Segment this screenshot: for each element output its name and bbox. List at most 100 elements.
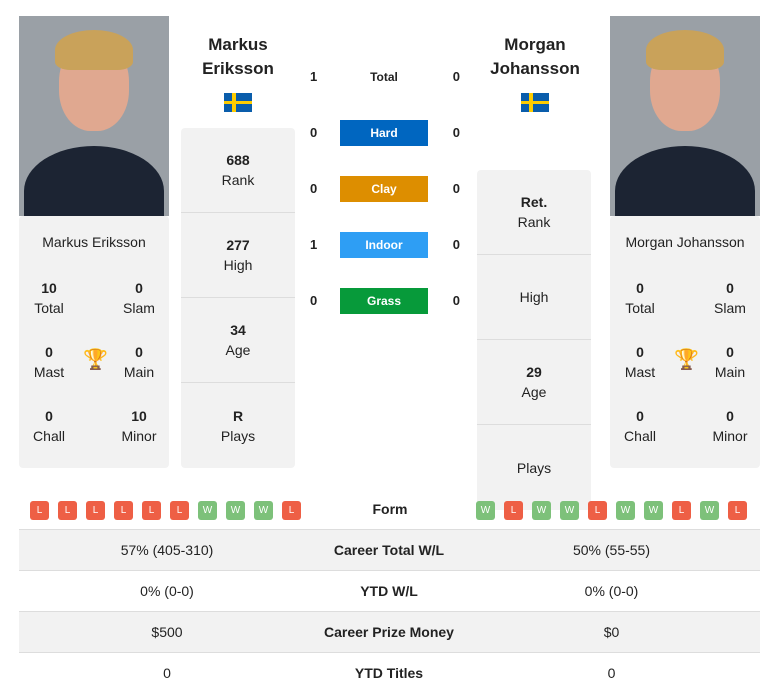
player-photo bbox=[19, 16, 169, 216]
text: 688 bbox=[226, 152, 250, 168]
form-badge-loss[interactable]: L bbox=[672, 501, 691, 520]
h2h-clay: 0 Clay 0 bbox=[310, 176, 460, 202]
text: 0 bbox=[452, 237, 460, 252]
form-badge-loss[interactable]: L bbox=[30, 501, 49, 520]
form-badge-win[interactable]: W bbox=[532, 501, 551, 520]
text: Chall bbox=[624, 428, 656, 444]
stat-rank: Ret. Rank bbox=[477, 170, 591, 255]
player-name[interactable]: Morgan Johansson bbox=[610, 234, 760, 250]
player-photo bbox=[610, 16, 760, 216]
text: Plays bbox=[516, 459, 552, 476]
stat-high: 277 High bbox=[181, 213, 295, 298]
text: 277 bbox=[226, 237, 250, 253]
text: 0 bbox=[636, 280, 644, 296]
form-badge-win[interactable]: W bbox=[616, 501, 635, 520]
text: Chall bbox=[33, 428, 65, 444]
form-badge-loss[interactable]: L bbox=[588, 501, 607, 520]
text: Main bbox=[123, 364, 155, 380]
form-badge-loss[interactable]: L bbox=[142, 501, 161, 520]
text: 0 bbox=[452, 181, 460, 196]
text: Total bbox=[625, 300, 655, 316]
text: 0 bbox=[452, 293, 460, 308]
stat-high: High bbox=[477, 255, 591, 340]
text[interactable]: Clay bbox=[340, 176, 428, 202]
text: YTD W/L bbox=[360, 583, 418, 599]
text[interactable]: Hard bbox=[340, 120, 428, 146]
player-titles-card: Morgan Johansson 0 Total 0 Slam 0 Mast 0 Main 0 Ch… bbox=[610, 216, 760, 468]
text: Age bbox=[521, 384, 547, 400]
text: Slam bbox=[714, 300, 746, 316]
h2h-grass: 0 Grass 0 bbox=[310, 288, 460, 314]
text: 0% (0-0) bbox=[584, 583, 639, 599]
h2h-total: 1 Total 0 bbox=[310, 64, 460, 90]
title-count-slam: 0 Slam bbox=[700, 278, 760, 318]
text: 0 bbox=[310, 293, 318, 308]
h2h-hard: 0 Hard 0 bbox=[310, 120, 460, 146]
text: 1 bbox=[310, 237, 318, 252]
text: Slam bbox=[123, 300, 155, 316]
text: 0 bbox=[310, 181, 318, 196]
comparison-row: 57% (405-310) Career Total W/L 50% (55-55) bbox=[19, 529, 760, 570]
trophy-icon: 🏆 bbox=[674, 349, 699, 371]
form-badge-win[interactable]: W bbox=[644, 501, 663, 520]
text: 0 bbox=[45, 344, 53, 360]
title-count-total: 10 Total bbox=[19, 278, 79, 318]
stat-rank: 688 Rank bbox=[181, 128, 295, 213]
form-badge-loss[interactable]: L bbox=[114, 501, 133, 520]
text: High bbox=[519, 289, 549, 305]
text: High bbox=[223, 257, 253, 273]
text: $0 bbox=[603, 624, 620, 640]
title-count-main: 0 Main bbox=[109, 342, 169, 382]
player-titles-card: Markus Eriksson 10 Total 0 Slam 0 Mast 0 Main 0 Ch… bbox=[19, 216, 169, 468]
text: Mast bbox=[624, 364, 656, 380]
comparison-row: $500 Career Prize Money $0 bbox=[19, 611, 760, 652]
text: 10 bbox=[131, 408, 147, 424]
comparison-row: 0 YTD Titles 0 bbox=[19, 652, 760, 693]
text[interactable]: Grass bbox=[340, 288, 428, 314]
text: 0 bbox=[636, 344, 644, 360]
text: 0 bbox=[726, 344, 734, 360]
stat-plays: Plays bbox=[477, 425, 591, 510]
form-label: Form bbox=[372, 501, 408, 517]
form-badge-win[interactable]: W bbox=[198, 501, 217, 520]
player-name[interactable]: Markus Eriksson bbox=[19, 234, 169, 250]
title-count-chall: 0 Chall bbox=[610, 406, 670, 446]
text: Age bbox=[225, 342, 251, 358]
title-count-total: 0 Total bbox=[610, 278, 670, 318]
form-badge-win[interactable]: W bbox=[560, 501, 579, 520]
text: 0 bbox=[310, 125, 318, 140]
text: YTD Titles bbox=[354, 665, 424, 681]
text: 0 bbox=[135, 280, 143, 296]
title-count-main: 0 Main bbox=[700, 342, 760, 382]
text: 0 bbox=[726, 280, 734, 296]
text: 0 bbox=[636, 408, 644, 424]
h2h-indoor: 1 Indoor 0 bbox=[310, 232, 460, 258]
player-heading[interactable]: Markus Eriksson bbox=[178, 33, 298, 81]
text: 1 bbox=[310, 69, 318, 84]
sweden-flag-icon bbox=[521, 93, 549, 112]
form-badge-loss[interactable]: L bbox=[58, 501, 77, 520]
form-badge-win[interactable]: W bbox=[700, 501, 719, 520]
text: $500 bbox=[151, 624, 183, 640]
form-player1: LLLLLLWWWL bbox=[30, 500, 310, 520]
text[interactable]: Total bbox=[340, 64, 428, 90]
sweden-flag-icon bbox=[224, 93, 252, 112]
form-badge-loss[interactable]: L bbox=[170, 501, 189, 520]
text: 0 bbox=[452, 125, 460, 140]
text: Ret. bbox=[520, 194, 548, 210]
text: Total bbox=[34, 300, 64, 316]
text[interactable]: Indoor bbox=[340, 232, 428, 258]
form-badge-loss[interactable]: L bbox=[86, 501, 105, 520]
text: Minor bbox=[121, 428, 157, 444]
text: 0 bbox=[45, 408, 53, 424]
text: Minor bbox=[712, 428, 748, 444]
stat-age: 29 Age bbox=[477, 340, 591, 425]
player-heading[interactable]: Morgan Johansson bbox=[475, 33, 595, 81]
form-badge-loss[interactable]: L bbox=[504, 501, 523, 520]
comparison-row: 0% (0-0) YTD W/L 0% (0-0) bbox=[19, 570, 760, 611]
form-badge-win[interactable]: W bbox=[226, 501, 245, 520]
text: 0 bbox=[726, 408, 734, 424]
form-badge-loss[interactable]: L bbox=[728, 501, 747, 520]
text: Career Prize Money bbox=[324, 624, 454, 640]
form-badge-win[interactable]: W bbox=[254, 501, 273, 520]
